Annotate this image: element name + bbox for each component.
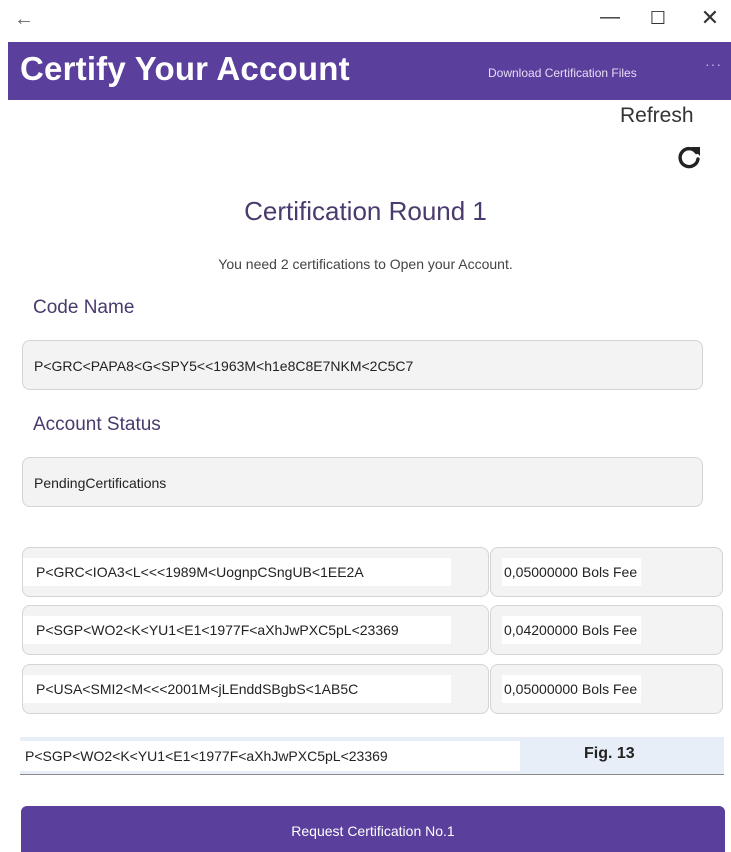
code-name-field[interactable]: P<GRC<PAPA8<G<SPY5<<1963M<h1e8C8E7NKM<2C… xyxy=(22,340,703,390)
certification-subtitle: You need 2 certifications to Open your A… xyxy=(218,256,513,272)
more-options-icon[interactable]: ··· xyxy=(705,56,722,72)
account-status-field[interactable]: PendingCertifications xyxy=(22,457,703,507)
code-name-label: Code Name xyxy=(33,297,135,318)
maximize-icon[interactable]: ☐ xyxy=(643,8,673,29)
download-certification-files-button[interactable]: Download Certification Files xyxy=(488,66,637,80)
minimize-icon[interactable]: — xyxy=(595,6,625,29)
figure-label: Fig. 13 xyxy=(584,745,635,762)
selected-certification-row[interactable]: P<SGP<WO2<K<YU1<E1<1977F<aXhJwPXC5pL<233… xyxy=(20,737,724,775)
certification-fee-cell[interactable]: 0,05000000 Bols Fee xyxy=(490,664,723,714)
back-arrow-icon[interactable]: ← xyxy=(14,8,34,31)
certification-code-text: P<GRC<IOA3<L<<<1989M<UognpCSngUB<1EE2A xyxy=(23,558,451,586)
certification-code-text: P<SGP<WO2<K<YU1<E1<1977F<aXhJwPXC5pL<233… xyxy=(23,616,451,644)
certification-code-text: P<USA<SMI2<M<<<2001M<jLEnddSBgbS<1AB5C xyxy=(23,675,451,703)
close-icon[interactable]: ✕ xyxy=(695,5,725,31)
app-header: Certify Your Account Download Certificat… xyxy=(8,42,731,100)
refresh-label: Refresh xyxy=(620,104,694,127)
request-certification-button[interactable]: Request Certification No.1 xyxy=(21,806,725,852)
refresh-icon[interactable] xyxy=(674,142,704,172)
certification-fee-cell[interactable]: 0,04200000 Bols Fee xyxy=(490,605,723,655)
certification-fee-text: 0,05000000 Bols Fee xyxy=(502,558,642,586)
certification-round-title: Certification Round 1 xyxy=(244,196,487,226)
window-titlebar: ← — ☐ ✕ xyxy=(0,0,731,42)
certification-code-cell[interactable]: P<SGP<WO2<K<YU1<E1<1977F<aXhJwPXC5pL<233… xyxy=(22,605,489,655)
account-status-label: Account Status xyxy=(33,414,161,435)
certification-fee-text: 0,05000000 Bols Fee xyxy=(502,675,642,703)
certification-code-cell[interactable]: P<USA<SMI2<M<<<2001M<jLEnddSBgbS<1AB5C xyxy=(22,664,489,714)
selected-certification-code: P<SGP<WO2<K<YU1<E1<1977F<aXhJwPXC5pL<233… xyxy=(20,741,520,771)
certification-code-cell[interactable]: P<GRC<IOA3<L<<<1989M<UognpCSngUB<1EE2A xyxy=(22,547,489,597)
certification-fee-text: 0,04200000 Bols Fee xyxy=(502,616,642,644)
app-title: Certify Your Account xyxy=(20,50,350,87)
certification-fee-cell[interactable]: 0,05000000 Bols Fee xyxy=(490,547,723,597)
